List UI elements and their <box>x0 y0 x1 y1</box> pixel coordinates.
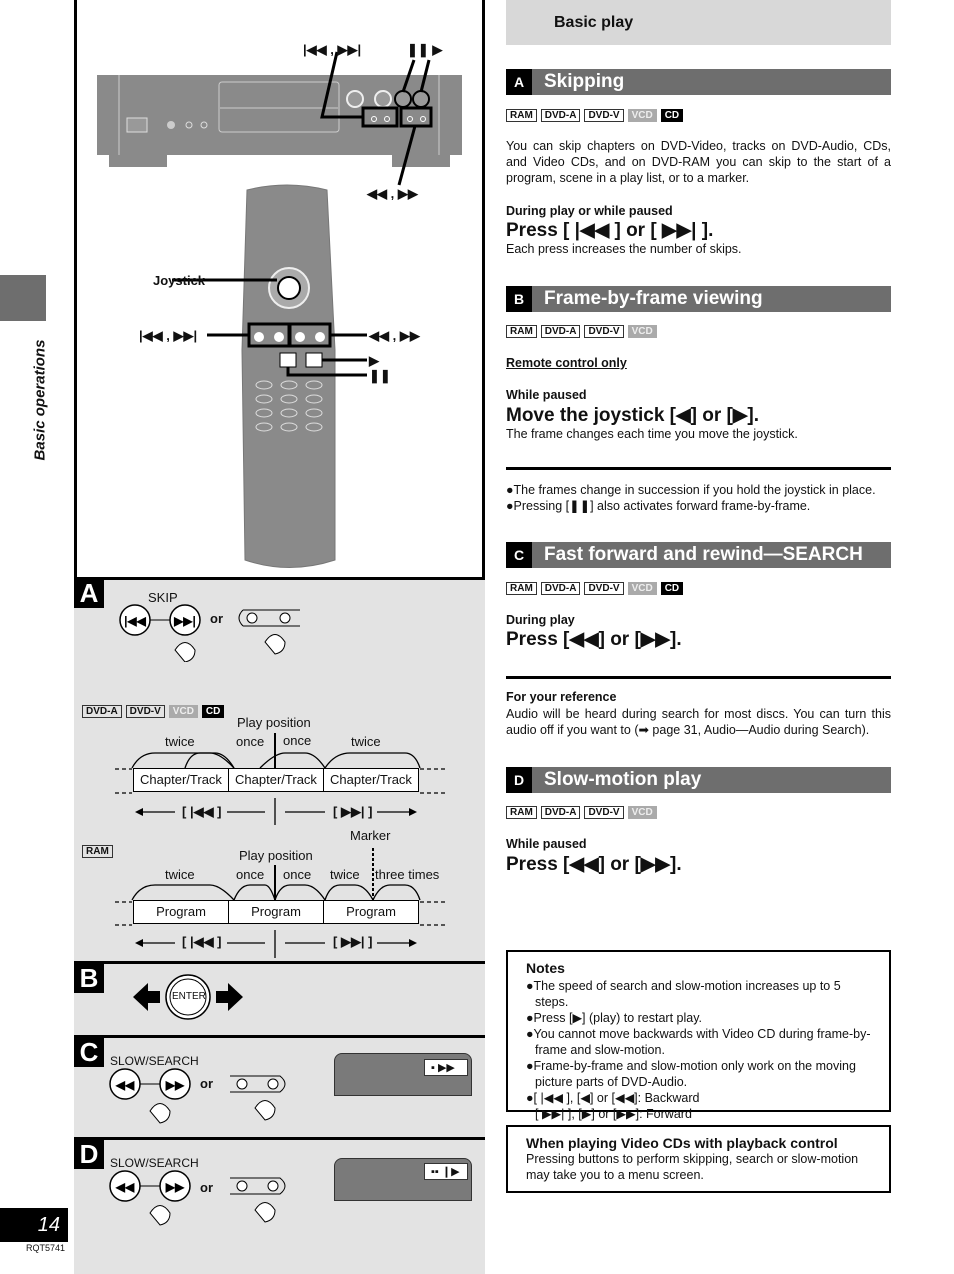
section-b-condition: While paused <box>506 388 587 402</box>
note-item: ●Frame-by-frame and slow-motion only wor… <box>526 1059 856 1089</box>
svg-text:▶▶: ▶▶ <box>165 1078 185 1092</box>
section-c-condition: During play <box>506 613 575 627</box>
vcd-playback-control-box: When playing Video CDs with playback con… <box>506 1125 891 1193</box>
timeline-segment: Chapter/Track <box>228 768 324 792</box>
section-b-header: B Frame-by-frame viewing <box>506 286 891 312</box>
figure-b-letter: B <box>74 963 104 993</box>
timeline-segment: Chapter/Track <box>323 768 419 792</box>
enter-label: ENTER <box>172 991 206 1002</box>
timeline-segment: Program <box>323 900 419 924</box>
timeline-segment: Chapter/Track <box>133 768 229 792</box>
note-item: ●Press [▶] (play) to restart play. <box>526 1011 703 1025</box>
section-a-header: A Skipping <box>506 69 891 95</box>
search-buttons-illustration: ◀◀ ▶▶ <box>109 1068 286 1124</box>
remote-only-note: Remote control only <box>506 356 627 370</box>
svg-text:▶▶|: ▶▶| <box>173 614 196 628</box>
unit-skip-label: |◀◀ , ▶▶| <box>303 42 362 57</box>
slow-buttons-illustration: ◀◀ ▶▶ <box>109 1170 286 1226</box>
side-label: Basic operations <box>31 339 49 461</box>
timeline-segment: Program <box>228 900 324 924</box>
or-label: or <box>210 611 223 626</box>
section-b-instruction: Move the joystick [◀] or [▶]. <box>506 405 760 426</box>
figure-a-letter: A <box>74 578 104 608</box>
or-label: or <box>200 1180 213 1195</box>
skip-back-label: [ |◀◀ ] <box>182 804 222 819</box>
section-b-badges: RAM DVD-A DVD-V VCD <box>506 325 657 338</box>
section-b-note: The frame changes each time you move the… <box>506 427 798 441</box>
section-d-badges: RAM DVD-A DVD-V VCD <box>506 806 657 819</box>
or-label: or <box>200 1076 213 1091</box>
divider <box>74 1137 485 1140</box>
chapter-tab <box>0 275 46 321</box>
badge-cd: CD <box>201 705 225 718</box>
device-illustration <box>97 51 462 568</box>
notes-title: Notes <box>526 960 565 976</box>
slow-display: ▪▪ ❙▶ <box>424 1163 468 1180</box>
vcd-box-body: Pressing buttons to perform skipping, se… <box>526 1152 859 1182</box>
section-b-bullet: ●Pressing [❚❚] also activates forward fr… <box>506 499 811 513</box>
badge-vcd: VCD <box>168 705 198 718</box>
joystick-label: Joystick <box>153 273 206 288</box>
section-a-note: Each press increases the number of skips… <box>506 242 742 256</box>
figure-c-letter: C <box>74 1037 104 1067</box>
remote-pause-label: ❚❚ <box>369 368 391 383</box>
note-item: [ ▶▶| ], [▶] or [▶▶]: Forward <box>535 1107 692 1121</box>
timeline-segment: Program <box>133 900 229 924</box>
unit-pause-play-label: ❚❚ ▶ <box>407 42 443 57</box>
badge-dvd-v: DVD-V <box>125 705 165 718</box>
divider <box>74 1035 485 1038</box>
unit-search-label: ◀◀ , ▶▶ <box>367 186 418 201</box>
remote-skip-label: |◀◀ , ▶▶| <box>139 328 198 343</box>
section-c-header: C Fast forward and rewind—SEARCH <box>506 542 891 568</box>
divider <box>506 676 891 679</box>
vcd-box-title: When playing Video CDs with playback con… <box>526 1135 838 1151</box>
reference-title: For your reference <box>506 690 617 704</box>
dvd-player-unit <box>97 51 462 186</box>
note-item: ●You cannot move backwards with Video CD… <box>526 1027 871 1057</box>
section-a-badges: RAM DVD-A DVD-V VCD CD <box>506 109 684 122</box>
badge-dvd-a: DVD-A <box>82 705 122 718</box>
section-d-instruction: Press [◀◀] or [▶▶]. <box>506 854 682 875</box>
note-item: ●[ |◀◀ ], [◀] or [◀◀]: Backward <box>526 1091 700 1105</box>
section-a-instruction: Press [ |◀◀ ] or [ ▶▶| ]. <box>506 220 714 241</box>
section-b-bullet: ●The frames change in succession if you … <box>506 483 876 497</box>
note-item: ●The speed of search and slow-motion inc… <box>526 979 841 1009</box>
svg-text:◀◀: ◀◀ <box>115 1180 135 1194</box>
section-c-badges: RAM DVD-A DVD-V VCD CD <box>506 582 684 595</box>
skip-forward-label: [ ▶▶| ] <box>333 804 373 819</box>
remote-search-label: ◀◀ , ▶▶ <box>369 328 420 343</box>
page-number: 14 <box>0 1208 68 1242</box>
notes-box: Notes ●The speed of search and slow-moti… <box>506 950 891 1121</box>
badge-ram: RAM <box>82 845 113 858</box>
divider <box>506 467 891 470</box>
unit-and-remote-figure: |◀◀ , ▶▶| ❚❚ ▶ ◀◀ , ▶▶ Joystick |◀◀ , ▶▶… <box>74 0 485 580</box>
svg-text:|◀◀: |◀◀ <box>124 614 147 628</box>
search-display: ▪ ▶▶ <box>424 1059 468 1076</box>
reference-body: Audio will be heard during search for mo… <box>506 707 891 737</box>
svg-text:▶▶: ▶▶ <box>165 1180 185 1194</box>
remote-control <box>172 184 367 568</box>
page-header: Basic play <box>506 0 891 45</box>
svg-text:◀◀: ◀◀ <box>115 1078 135 1092</box>
remote-play-label: ▶ <box>369 353 379 368</box>
skip-back-label: [ |◀◀ ] <box>182 934 222 949</box>
skip-forward-label: [ ▶▶| ] <box>333 934 373 949</box>
figure-d-letter: D <box>74 1139 104 1169</box>
section-a-condition: During play or while paused <box>506 204 673 218</box>
section-d-condition: While paused <box>506 837 587 851</box>
divider <box>74 961 485 964</box>
document-code: RQT5741 <box>26 1243 66 1253</box>
section-a-body: You can skip chapters on DVD-Video, trac… <box>506 139 891 185</box>
figure-a-disc-badges: DVD-A DVD-V VCD CD <box>82 705 225 718</box>
section-d-header: D Slow-motion play <box>506 767 891 793</box>
section-c-instruction: Press [◀◀] or [▶▶]. <box>506 629 682 650</box>
